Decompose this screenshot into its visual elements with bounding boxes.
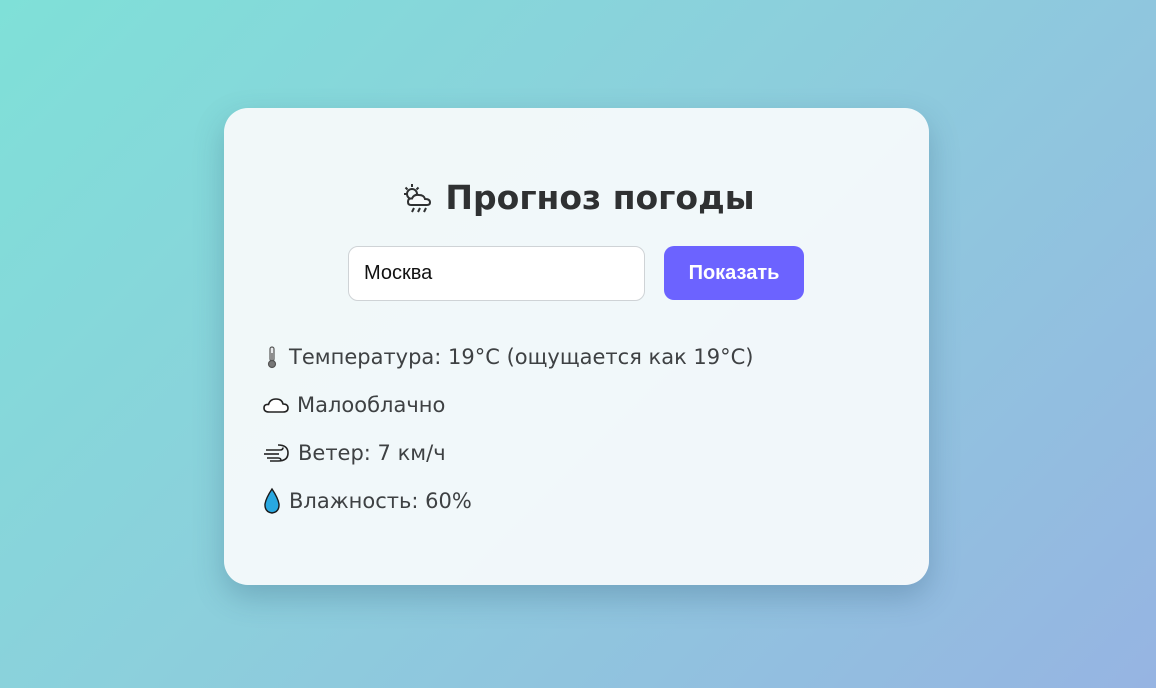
- condition-row: Малооблачно: [262, 390, 445, 420]
- cloud-sun-rain-icon: [404, 183, 432, 212]
- humidity-text: Влажность: 60%: [289, 489, 472, 513]
- page-title-text: Прогноз погоды: [445, 178, 755, 217]
- title-row: Прогноз погоды: [0, 178, 1156, 219]
- wind-row: Ветер: 7 км/ч: [262, 438, 446, 468]
- humidity-row: Влажность: 60%: [262, 486, 472, 516]
- temperature-row: Температура: 19°C (ощущается как 19°C): [262, 342, 754, 372]
- wind-text: Ветер: 7 км/ч: [298, 441, 446, 465]
- droplet-icon: [264, 487, 280, 514]
- city-input[interactable]: [348, 246, 645, 301]
- condition-text: Малооблачно: [297, 393, 446, 417]
- search-row: Показать: [348, 246, 804, 301]
- temperature-text: Температура: 19°C (ощущается как 19°C): [289, 345, 754, 369]
- show-button[interactable]: Показать: [664, 246, 804, 300]
- thermometer-icon: [267, 346, 277, 369]
- cloud-icon: [263, 398, 289, 413]
- wind-icon: [264, 444, 289, 462]
- page-title: Прогноз погоды: [401, 178, 755, 217]
